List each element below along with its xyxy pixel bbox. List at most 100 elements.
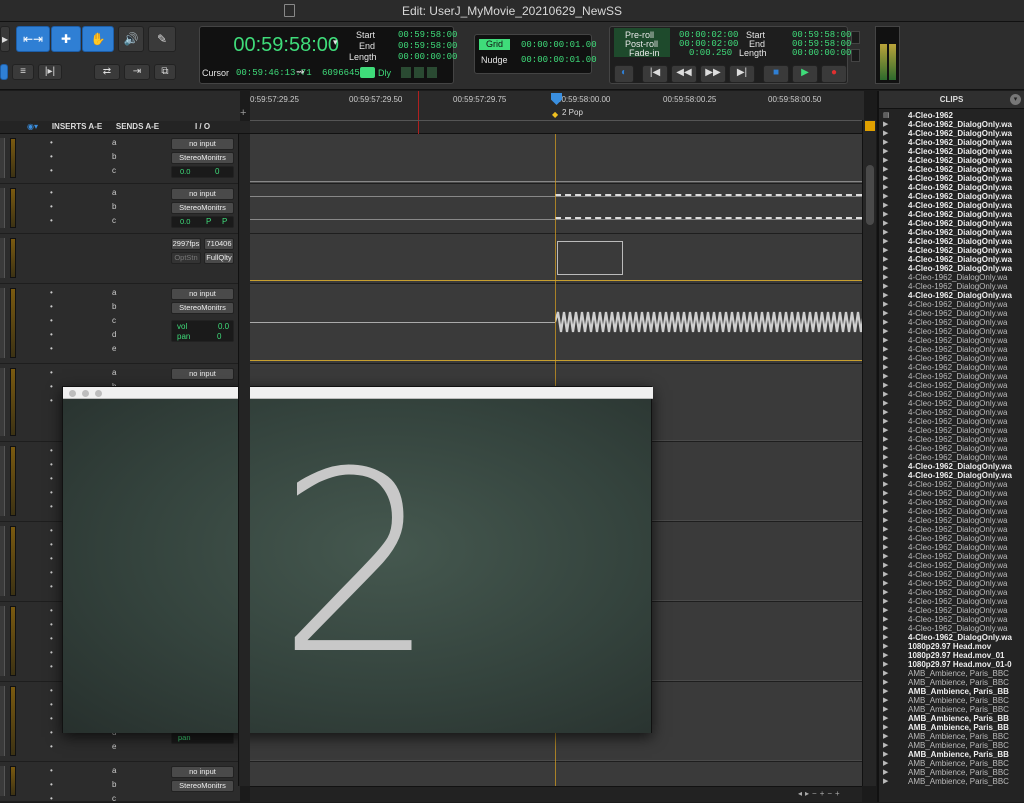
input-selector[interactable]: no input [171, 766, 234, 778]
insert-slot[interactable]: • [50, 766, 53, 775]
play-arrow-icon[interactable]: ▶ [883, 687, 888, 696]
play-arrow-icon[interactable]: ▶ [883, 606, 888, 615]
tab-to-transient-button[interactable]: ⧉ [154, 64, 176, 80]
clip-item[interactable]: ▶ AMB_Ambience, Paris_BBC [879, 768, 1024, 777]
play-arrow-icon[interactable]: ▶ [883, 264, 888, 273]
play-arrow-icon[interactable]: ▶ [883, 273, 888, 282]
insert-slot[interactable]: • [50, 460, 53, 469]
play-arrow-icon[interactable]: ▶ [883, 732, 888, 741]
clip-item[interactable]: ▶ 4-Cleo-1962_DialogOnly.wa [879, 156, 1024, 165]
play-arrow-icon[interactable]: ▶ [883, 669, 888, 678]
play-arrow-icon[interactable]: ▶ [883, 228, 888, 237]
selector-tool-button[interactable]: ✚ [51, 26, 81, 52]
clip-item[interactable]: ▶ AMB_Ambience, Paris_BB [879, 750, 1024, 759]
clip-item[interactable]: ▶ 4-Cleo-1962_DialogOnly.wa [879, 525, 1024, 534]
play-arrow-icon[interactable]: ▶ [883, 507, 888, 516]
insert-slot[interactable]: • [50, 316, 53, 325]
play-arrow-icon[interactable]: ▶ [883, 741, 888, 750]
play-arrow-icon[interactable]: ▶ [883, 651, 888, 660]
clip-item[interactable]: ▶ 4-Cleo-1962_DialogOnly.wa [879, 606, 1024, 615]
play-arrow-icon[interactable]: ▶ [883, 615, 888, 624]
counter-dropdown-icon[interactable]: ▾ [333, 37, 338, 48]
clip-item[interactable]: ▶ 4-Cleo-1962_DialogOnly.wa [879, 543, 1024, 552]
clip-item[interactable]: ▶ 4-Cleo-1962_DialogOnly.wa [879, 435, 1024, 444]
play-arrow-icon[interactable]: ▶ [883, 525, 888, 534]
play-arrow-icon[interactable]: ▶ [883, 219, 888, 228]
video-window-titlebar[interactable] [63, 387, 653, 399]
play-arrow-icon[interactable]: ▶ [883, 129, 888, 138]
clip-item[interactable]: ▤ 4-Cleo-1962 [879, 111, 1024, 120]
clip-item[interactable]: ▶ 4-Cleo-1962_DialogOnly.wa [879, 534, 1024, 543]
nudge-value[interactable]: 00:00:00:01.00 [521, 55, 597, 65]
play-arrow-icon[interactable]: ▶ [883, 426, 888, 435]
play-arrow-icon[interactable]: ▶ [883, 723, 888, 732]
trim-tool-button[interactable]: ⇤⇥ [16, 26, 50, 52]
play-arrow-icon[interactable]: ▶ [883, 534, 888, 543]
fadein-label[interactable]: Fade-in [629, 48, 660, 58]
play-arrow-icon[interactable]: ▶ [883, 138, 888, 147]
clip-item[interactable]: ▶ 4-Cleo-1962_DialogOnly.wa [879, 219, 1024, 228]
track-resize-handle[interactable] [0, 686, 5, 756]
clip-item[interactable]: ▶ 4-Cleo-1962_DialogOnly.wa [879, 120, 1024, 129]
clip-item[interactable]: ▶ 4-Cleo-1962_DialogOnly.wa [879, 633, 1024, 642]
play-arrow-icon[interactable]: ▶ [883, 255, 888, 264]
insert-slot[interactable]: • [50, 302, 53, 311]
insert-slot[interactable]: • [50, 540, 53, 549]
clip-item[interactable]: ▶ 4-Cleo-1962_DialogOnly.wa [879, 552, 1024, 561]
play-arrow-icon[interactable]: ▶ [883, 372, 888, 381]
grid-mode-button[interactable]: |▸| [38, 64, 62, 80]
send-slot[interactable]: c [112, 166, 116, 175]
zoom-icon[interactable] [95, 390, 102, 397]
insert-slot[interactable]: • [50, 634, 53, 643]
view-options-icon[interactable]: ◉▾ [27, 122, 38, 131]
output-selector[interactable]: StereoMonitrs [171, 152, 234, 164]
vertical-scrollbar[interactable] [862, 120, 876, 786]
clip-item[interactable]: ▶ 4-Cleo-1962_DialogOnly.wa [879, 372, 1024, 381]
scrub-tool-icon[interactable]: 🔊 [118, 26, 144, 52]
insert-slot[interactable]: • [50, 582, 53, 591]
clip-item[interactable]: ▶ 4-Cleo-1962_DialogOnly.wa [879, 471, 1024, 480]
insert-slot[interactable]: • [50, 742, 53, 751]
clip-item[interactable]: ▶ 4-Cleo-1962_DialogOnly.wa [879, 147, 1024, 156]
clip-item[interactable]: ▶ 4-Cleo-1962_DialogOnly.wa [879, 381, 1024, 390]
play-arrow-icon[interactable]: ▶ [883, 354, 888, 363]
track-resize-handle[interactable] [0, 606, 5, 676]
stop-icon[interactable]: ■ [763, 65, 789, 83]
clip-item[interactable]: ▶ 4-Cleo-1962_DialogOnly.wa [879, 570, 1024, 579]
send-slot[interactable]: b [112, 152, 116, 161]
send-slot[interactable]: d [112, 330, 116, 339]
play-arrow-icon[interactable]: ▶ [883, 714, 888, 723]
clip-item[interactable]: ▶ 1080p29.97 Head.mov [879, 642, 1024, 651]
play-arrow-icon[interactable]: ▶ [883, 570, 888, 579]
video-window[interactable]: 2 [62, 386, 653, 733]
play-arrow-icon[interactable]: ▶ [883, 408, 888, 417]
clip-item[interactable]: ▶ 4-Cleo-1962_DialogOnly.wa [879, 390, 1024, 399]
play-arrow-icon[interactable]: ▶ [883, 282, 888, 291]
pan-right-readout[interactable]: P [222, 217, 227, 226]
play-arrow-icon[interactable]: ▶ [883, 705, 888, 714]
start-value[interactable]: 00:59:58:00 [398, 30, 457, 40]
clip-item[interactable]: ▶ AMB_Ambience, Paris_BB [879, 687, 1024, 696]
grid-label[interactable]: Grid [479, 39, 510, 50]
tool-zoom-button[interactable]: ▸ [0, 26, 10, 52]
end-value[interactable]: 00:59:58:00 [398, 41, 457, 51]
return-to-zero-icon[interactable]: |◀ [642, 65, 668, 83]
play-arrow-icon[interactable]: ▶ [883, 399, 888, 408]
send-slot[interactable]: a [112, 188, 116, 197]
pan-left-readout[interactable]: P [206, 217, 211, 226]
clip-item[interactable]: ▶ 4-Cleo-1962_DialogOnly.wa [879, 282, 1024, 291]
play-arrow-icon[interactable]: ▶ [883, 291, 888, 300]
insert-slot[interactable]: • [50, 368, 53, 377]
insert-slot[interactable]: • [50, 662, 53, 671]
clip-item[interactable]: ▶ 4-Cleo-1962_DialogOnly.wa [879, 489, 1024, 498]
clip-item[interactable]: ▶ 4-Cleo-1962_DialogOnly.wa [879, 183, 1024, 192]
play-arrow-icon[interactable]: ▶ [883, 579, 888, 588]
play-arrow-icon[interactable]: ▶ [883, 417, 888, 426]
insert-slot[interactable]: • [50, 648, 53, 657]
clip-item[interactable]: ▶ 4-Cleo-1962_DialogOnly.wa [879, 291, 1024, 300]
track-resize-handle[interactable] [0, 288, 5, 358]
play-arrow-icon[interactable]: ▶ [883, 246, 888, 255]
play-arrow-icon[interactable]: ▶ [883, 345, 888, 354]
clip-item[interactable]: ▶ 4-Cleo-1962_DialogOnly.wa [879, 453, 1024, 462]
send-slot[interactable]: e [112, 742, 116, 751]
